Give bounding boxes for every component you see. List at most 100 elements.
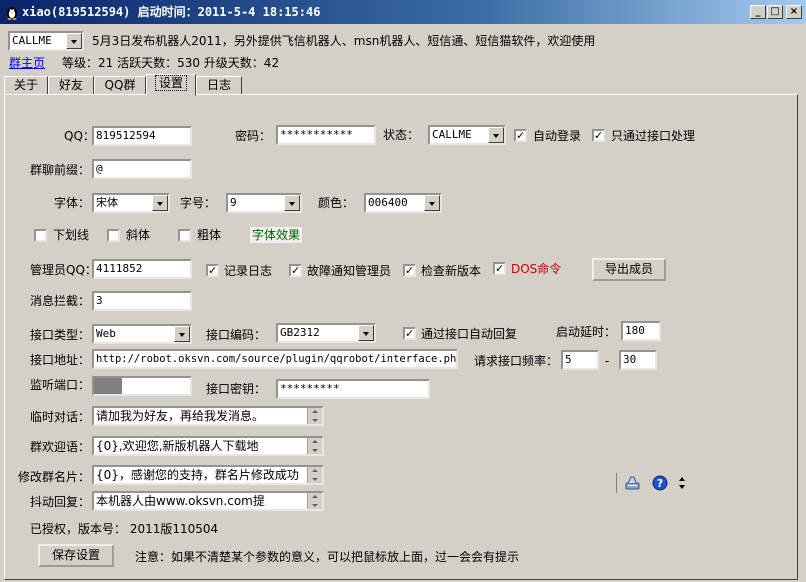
- color-label: 颜色：: [318, 196, 355, 210]
- tab-friends[interactable]: 好友: [48, 76, 94, 95]
- export-members-button[interactable]: 导出成员: [592, 258, 666, 281]
- temp-chat-text: 请加我为好友，再给我发消息。: [96, 409, 265, 423]
- group-card-label: 修改群名片：: [18, 470, 91, 484]
- save-settings-button[interactable]: 保存设置: [38, 544, 114, 567]
- welcome-text: {0},欢迎您,新版机器人下载地: [96, 439, 259, 453]
- font-value: 宋体: [96, 196, 118, 209]
- svg-text:?: ?: [657, 477, 663, 490]
- chevron-down-icon[interactable]: [174, 326, 190, 342]
- qq-input[interactable]: 819512594: [92, 126, 192, 146]
- welcome-label: 群欢迎语：: [30, 440, 91, 454]
- dos-command-label: DOS命令: [511, 262, 562, 276]
- frequency-from-input[interactable]: 5: [561, 350, 599, 370]
- level-stats: 等级：21 活跃天数：530 升级天数：42: [62, 56, 280, 70]
- api-type-select[interactable]: Web: [92, 324, 192, 344]
- startup-delay-label: 启动延时：: [556, 325, 617, 339]
- notify-admin-checkbox[interactable]: ✓: [289, 264, 302, 277]
- italic-checkbox[interactable]: [107, 229, 120, 242]
- memo-scroll-icon[interactable]: [307, 467, 322, 483]
- password-label: 密码：: [235, 129, 272, 143]
- group-card-text: {0}，感谢您的支持，群名片修改成功: [96, 468, 299, 482]
- shake-reply-text: 本机器人由www.oksvn.com提: [96, 494, 265, 508]
- notify-admin-label: 故障通知管理员: [307, 264, 392, 278]
- only-api-checkbox[interactable]: ✓: [592, 129, 605, 142]
- top-status-select[interactable]: CALLME: [8, 31, 84, 51]
- font-size-label: 字号：: [180, 196, 217, 210]
- frequency-to-input[interactable]: 30: [619, 350, 657, 370]
- memo-scroll-icon[interactable]: [307, 493, 322, 509]
- listen-port-input[interactable]: [92, 376, 192, 396]
- api-type-value: Web: [96, 327, 116, 340]
- underline-checkbox[interactable]: [34, 229, 47, 242]
- api-encoding-value: GB2312: [280, 326, 320, 339]
- masked-port-region: [94, 378, 122, 394]
- check-version-label: 检查新版本: [421, 264, 482, 278]
- listen-port-label: 监听端口：: [30, 378, 91, 392]
- welcome-memo[interactable]: {0},欢迎您,新版机器人下载地: [92, 436, 324, 456]
- color-value: 006400: [368, 196, 408, 209]
- api-url-input[interactable]: http://robot.oksvn.com/source/plugin/qqr…: [92, 349, 458, 369]
- help-icon[interactable]: ?: [652, 475, 668, 491]
- title-bar[interactable]: xiao(819512594) 启动时间：2011-5-4 18:15:46 _…: [0, 0, 806, 24]
- font-select[interactable]: 宋体: [92, 193, 170, 213]
- intercept-label: 消息拦截：: [30, 294, 91, 308]
- tools-icon[interactable]: [624, 474, 642, 492]
- announcement-text: 5月3日发布机器人2011，另外提供飞信机器人、msn机器人、短信通、短信猫软件…: [92, 34, 596, 48]
- close-button[interactable]: ×: [786, 5, 802, 19]
- minimize-button[interactable]: _: [750, 5, 766, 19]
- autologin-label: 自动登录: [533, 129, 582, 143]
- memo-scroll-icon[interactable]: [307, 438, 322, 454]
- api-encoding-label: 接口编码：: [206, 328, 267, 342]
- admin-qq-label: 管理员QQ：: [30, 263, 97, 277]
- chevron-down-icon[interactable]: [152, 195, 168, 211]
- bold-label: 粗体: [197, 228, 222, 242]
- font-effect-preview: 字体效果: [250, 227, 303, 243]
- temp-chat-label: 临时对话：: [30, 410, 91, 424]
- dos-command-checkbox[interactable]: ✓: [493, 262, 506, 275]
- chevron-down-icon[interactable]: [424, 195, 440, 211]
- api-url-label: 接口地址：: [30, 353, 91, 367]
- password-input[interactable]: ***********: [276, 125, 376, 145]
- memo-scroll-icon[interactable]: [307, 408, 322, 424]
- color-select[interactable]: 006400: [364, 193, 442, 213]
- shake-reply-memo[interactable]: 本机器人由www.oksvn.com提: [92, 491, 324, 511]
- group-home-link[interactable]: 群主页: [9, 55, 45, 71]
- maximize-button[interactable]: □: [767, 5, 783, 19]
- prefix-label: 群聊前缀：: [30, 163, 91, 177]
- admin-qq-input[interactable]: 4111852: [92, 259, 192, 279]
- chevron-down-icon[interactable]: [358, 325, 374, 341]
- api-key-input[interactable]: *********: [276, 379, 430, 399]
- api-type-label: 接口类型：: [30, 328, 91, 342]
- tab-settings[interactable]: 设置: [146, 74, 196, 96]
- check-version-checkbox[interactable]: ✓: [403, 264, 416, 277]
- chevron-down-icon[interactable]: [66, 33, 82, 49]
- chevron-down-icon[interactable]: [284, 195, 300, 211]
- status-label: 状态：: [383, 128, 420, 142]
- frequency-separator: -: [605, 354, 610, 368]
- status-select[interactable]: CALLME: [428, 125, 506, 145]
- temp-chat-memo[interactable]: 请加我为好友，再给我发消息。: [92, 406, 324, 426]
- tab-qq-groups[interactable]: QQ群: [94, 76, 146, 95]
- auto-reply-checkbox[interactable]: ✓: [403, 327, 416, 340]
- font-size-value: 9: [230, 196, 237, 209]
- api-encoding-select[interactable]: GB2312: [276, 323, 376, 343]
- group-card-memo[interactable]: {0}，感谢您的支持，群名片修改成功: [92, 465, 324, 485]
- log-record-checkbox[interactable]: ✓: [206, 264, 219, 277]
- tab-about[interactable]: 关于: [4, 76, 48, 95]
- shake-reply-label: 抖动回复：: [30, 495, 91, 509]
- auto-reply-label: 通过接口自动回复: [421, 327, 518, 341]
- font-label: 字体：: [54, 196, 91, 210]
- tab-log[interactable]: 日志: [196, 76, 242, 95]
- prefix-input[interactable]: @: [92, 159, 192, 179]
- intercept-input[interactable]: 3: [92, 291, 192, 311]
- font-size-select[interactable]: 9: [226, 193, 302, 213]
- tab-settings-label: 设置: [154, 75, 187, 91]
- window-title: xiao(819512594) 启动时间：2011-5-4 18:15:46: [22, 5, 321, 19]
- bold-checkbox[interactable]: [178, 229, 191, 242]
- qq-label: QQ：: [64, 129, 95, 143]
- hint-note: 注意：如果不清楚某个参数的意义，可以把鼠标放上面，过一会会有提示: [135, 550, 520, 564]
- autologin-checkbox[interactable]: ✓: [514, 129, 527, 142]
- more-options-icon[interactable]: [678, 475, 686, 491]
- chevron-down-icon[interactable]: [488, 127, 504, 143]
- startup-delay-input[interactable]: 180: [621, 321, 661, 341]
